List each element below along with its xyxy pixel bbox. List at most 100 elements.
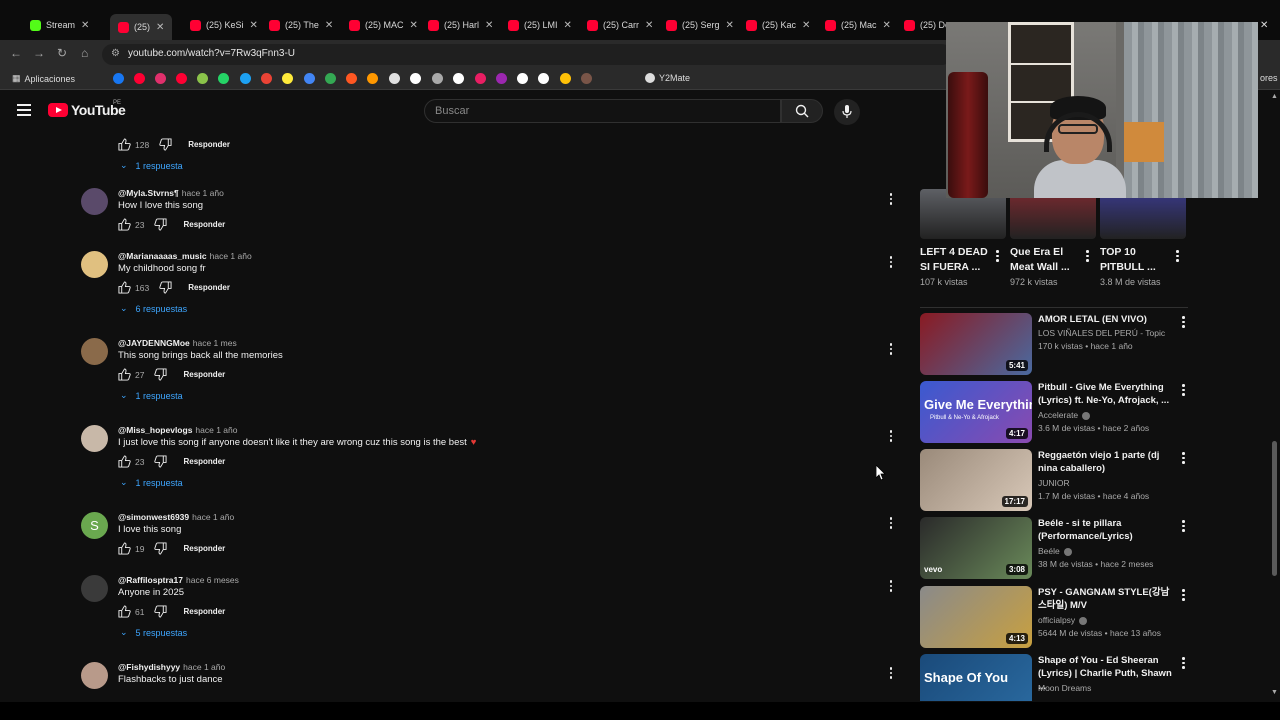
comment-time[interactable]: hace 1 año: [192, 512, 234, 522]
comment-author[interactable]: @Miss_hopevlogs: [118, 425, 192, 435]
tab-close-icon[interactable]: ✕: [410, 20, 418, 31]
search-input[interactable]: Buscar: [424, 99, 781, 123]
short-title[interactable]: Que Era El Meat Wall ...: [1010, 245, 1070, 275]
scroll-down-arrow-icon[interactable]: ▼: [1271, 689, 1278, 696]
video-thumbnail[interactable]: 4:13: [920, 586, 1032, 648]
comment-time[interactable]: hace 6 meses: [186, 575, 239, 585]
video-thumbnail[interactable]: Shape Of You: [920, 654, 1032, 701]
search-button[interactable]: [781, 99, 823, 123]
related-video[interactable]: Give Me Everything Pitbull & Ne-Yo & Afro…: [920, 381, 1190, 445]
browser-tab[interactable]: (25) The ✕: [269, 14, 333, 36]
related-video[interactable]: 5:41 AMOR LETAL (EN VIVO) LOS VIÑALES DEL …: [920, 313, 1190, 377]
channel-name[interactable]: Accelerate: [1038, 410, 1091, 420]
bookmark-favicon-icon[interactable]: [410, 73, 421, 84]
like-icon[interactable]: [118, 218, 131, 231]
browser-tab[interactable]: (25) Mac ✕: [825, 14, 891, 36]
more-vert-icon[interactable]: [1182, 315, 1185, 329]
bookmark-favicon-icon[interactable]: [538, 73, 549, 84]
tab-close-icon[interactable]: ✕: [250, 20, 258, 31]
more-vert-icon[interactable]: [1086, 249, 1089, 263]
channel-name[interactable]: Moon Dreams: [1038, 683, 1091, 693]
like-icon[interactable]: [118, 605, 131, 618]
video-title[interactable]: Reggaetón viejo 1 parte (dj nina caballe…: [1038, 449, 1178, 475]
browser-tab[interactable]: (25) Carr ✕: [587, 14, 653, 36]
bookmark-favicon-icon[interactable]: [240, 73, 251, 84]
bookmark-favicon-icon[interactable]: [304, 73, 315, 84]
avatar[interactable]: [81, 188, 108, 215]
tab-close-icon[interactable]: ✕: [81, 20, 89, 31]
channel-name[interactable]: officialpsy: [1038, 615, 1088, 625]
close-icon[interactable]: ✕: [1260, 20, 1268, 31]
reply-button[interactable]: Responder: [183, 544, 225, 553]
voice-search-button[interactable]: [834, 99, 860, 125]
bookmark-favicon-icon[interactable]: [261, 73, 272, 84]
browser-tab[interactable]: (25) Do: [904, 14, 950, 36]
browser-tab[interactable]: (25) Serg ✕: [666, 14, 734, 36]
more-vert-icon[interactable]: [1182, 519, 1185, 533]
browser-tab[interactable]: (25) Harl ✕: [428, 14, 493, 36]
page-scrollbar[interactable]: ▲ ▼: [1270, 91, 1280, 701]
related-video[interactable]: 4:13 PSY - GANGNAM STYLE(강남스타일) M/V offici…: [920, 586, 1190, 650]
bookmark-favicon-icon[interactable]: [453, 73, 464, 84]
bookmark-favicon-icon[interactable]: [432, 73, 443, 84]
video-thumbnail[interactable]: Give Me Everything Pitbull & Ne-Yo & Afro…: [920, 381, 1032, 443]
bookmark-favicon-icon[interactable]: [496, 73, 507, 84]
browser-tab[interactable]: (25) KeSi ✕: [190, 14, 258, 36]
video-thumbnail[interactable]: vevo 3:08: [920, 517, 1032, 579]
comment-author[interactable]: @Myla.Stvrns¶: [118, 188, 179, 198]
more-vert-icon[interactable]: [885, 429, 897, 443]
dislike-icon[interactable]: [154, 542, 168, 555]
tab-close-icon[interactable]: ✕: [564, 20, 572, 31]
like-icon[interactable]: [118, 542, 131, 555]
reload-icon[interactable]: ↻: [57, 46, 67, 60]
bookmark-y2mate[interactable]: Y2Mate: [645, 73, 690, 83]
bookmark-favicon-icon[interactable]: [176, 73, 187, 84]
reply-button[interactable]: Responder: [188, 140, 230, 149]
view-replies-button[interactable]: ⌄ 5 respuestas: [120, 627, 187, 638]
comment-author[interactable]: @Marianaaaas_music: [118, 251, 207, 261]
more-vert-icon[interactable]: [885, 666, 897, 680]
bookmark-favicon-icon[interactable]: [134, 73, 145, 84]
site-info-icon[interactable]: ⚙: [111, 48, 120, 59]
video-thumbnail[interactable]: 17:17: [920, 449, 1032, 511]
related-video[interactable]: Shape Of You Shape of You - Ed Sheeran (L…: [920, 654, 1190, 701]
bookmark-favicon-icon[interactable]: [325, 73, 336, 84]
related-video[interactable]: vevo 3:08 Beéle - si te pillara (Performan…: [920, 517, 1190, 581]
comment-author[interactable]: @Raffilosptra17: [118, 575, 183, 585]
comment-time[interactable]: hace 1 año: [182, 188, 224, 198]
reply-button[interactable]: Responder: [183, 607, 225, 616]
avatar[interactable]: S: [81, 512, 108, 539]
dislike-icon[interactable]: [154, 605, 168, 618]
dislike-icon[interactable]: [159, 281, 172, 294]
avatar[interactable]: [81, 662, 108, 689]
like-icon[interactable]: [118, 138, 131, 151]
browser-tab[interactable]: (25) Kac ✕: [746, 14, 810, 36]
bookmark-favicon-icon[interactable]: [346, 73, 357, 84]
avatar[interactable]: [81, 338, 108, 365]
more-vert-icon[interactable]: [1176, 249, 1179, 263]
comment-time[interactable]: hace 1 año: [195, 425, 237, 435]
bookmark-favicon-icon[interactable]: [218, 73, 229, 84]
avatar[interactable]: [81, 251, 108, 278]
dislike-icon[interactable]: [154, 455, 168, 468]
more-vert-icon[interactable]: [885, 579, 897, 593]
bookmark-favicon-icon[interactable]: [282, 73, 293, 84]
more-vert-icon[interactable]: [1182, 383, 1185, 397]
more-vert-icon[interactable]: [1182, 588, 1185, 602]
avatar[interactable]: [81, 575, 108, 602]
browser-tab[interactable]: (25) MAC ✕: [349, 14, 418, 36]
bookmark-favicon-icon[interactable]: [197, 73, 208, 84]
bookmark-favicon-icon[interactable]: [389, 73, 400, 84]
view-replies-button[interactable]: ⌄ 1 respuesta: [120, 477, 183, 488]
menu-icon[interactable]: [17, 104, 31, 116]
url-field[interactable]: ⚙ youtube.com/watch?v=7Rw3qFnn3-U: [102, 44, 952, 65]
view-replies-button[interactable]: ⌄ 1 respuesta: [120, 160, 183, 171]
reply-button[interactable]: Responder: [183, 370, 225, 379]
like-icon[interactable]: [118, 455, 131, 468]
short-title[interactable]: LEFT 4 DEAD SI FUERA ...: [920, 245, 988, 275]
short-title[interactable]: TOP 10 PITBULL ...: [1100, 245, 1156, 275]
tab-close-icon[interactable]: ✕: [325, 20, 333, 31]
more-vert-icon[interactable]: [1182, 451, 1185, 465]
bookmark-apps[interactable]: ▦ Aplicaciones: [12, 73, 75, 84]
more-vert-icon[interactable]: [885, 255, 897, 269]
